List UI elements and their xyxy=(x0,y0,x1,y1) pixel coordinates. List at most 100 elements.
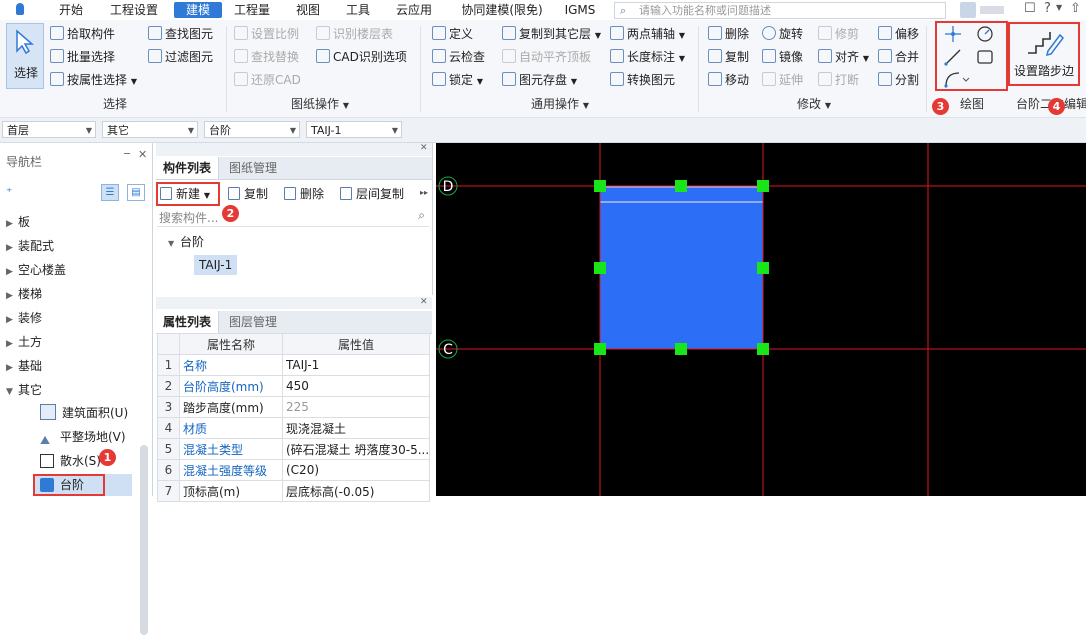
move-button[interactable]: 移动 xyxy=(708,71,749,89)
convert-element-button[interactable]: 转换图元 xyxy=(610,71,675,89)
tree-item-stairs[interactable]: ▶ 楼梯 xyxy=(6,285,42,303)
tree-item-prefab[interactable]: ▶ 装配式 xyxy=(6,237,54,255)
chat-icon[interactable]: ☐ xyxy=(1024,1,1036,16)
set-scale-button[interactable]: 设置比例 xyxy=(234,25,299,43)
tab-layer-management[interactable]: 图层管理 xyxy=(222,311,284,333)
tab-property-list[interactable]: 属性列表 xyxy=(156,311,220,333)
property-value[interactable]: TAIJ-1 xyxy=(282,354,430,376)
line-icon[interactable] xyxy=(944,48,962,66)
close-icon[interactable]: ✕ xyxy=(138,148,147,161)
delete-button[interactable]: 删除 xyxy=(708,25,749,43)
property-row[interactable]: 3 踏步高度(mm) 225 xyxy=(157,396,430,418)
property-value[interactable]: 450 xyxy=(282,375,430,397)
tree-item-hollow-slab[interactable]: ▶ 空心楼盖 xyxy=(6,261,66,279)
detail-view-icon[interactable]: ▤ xyxy=(127,184,145,201)
tab-component-list[interactable]: 构件列表 xyxy=(156,157,220,179)
menu-quantity[interactable]: 工程量 xyxy=(230,2,274,18)
component-tree-item[interactable]: TAIJ-1 xyxy=(194,255,238,275)
property-row[interactable]: 5 混凝土类型 (碎石混凝土 坍落度30-5... xyxy=(157,438,430,460)
drawing-canvas[interactable]: DC xyxy=(436,143,1086,496)
property-row[interactable]: 4 材质 现浇混凝土 xyxy=(157,417,430,439)
break-button[interactable]: 打断 xyxy=(818,71,859,89)
add-icon[interactable]: ⁺ xyxy=(6,185,12,199)
copy-to-layer-button[interactable]: 复制到其它层 ▼ xyxy=(502,25,601,43)
property-value[interactable]: (C20) xyxy=(282,459,430,481)
delete-component-button[interactable]: 删除 xyxy=(284,184,324,204)
tree-item-other[interactable]: ▼ 其它 xyxy=(6,381,42,399)
tree-item-building-area[interactable]: 建筑面积(U) xyxy=(40,404,128,422)
type-select[interactable]: 台阶 ▼ xyxy=(204,121,300,138)
find-replace-button[interactable]: 查找替换 xyxy=(234,48,299,66)
menu-cloud[interactable]: 云应用 xyxy=(390,2,438,18)
copy-component-button[interactable]: 复制 xyxy=(228,184,268,204)
extend-button[interactable]: 延伸 xyxy=(762,71,803,89)
menu-project-settings[interactable]: 工程设置 xyxy=(104,2,164,18)
filter-element-button[interactable]: 过滤图元 xyxy=(148,48,213,66)
grip-handle[interactable] xyxy=(757,262,769,274)
help-icon[interactable]: ? xyxy=(1044,1,1051,16)
avatar[interactable] xyxy=(960,2,976,18)
grip-handle[interactable] xyxy=(594,180,606,192)
close-icon[interactable]: ✕ xyxy=(420,143,428,153)
cad-options-button[interactable]: CAD识别选项 xyxy=(316,48,407,66)
tree-item-site-leveling[interactable]: ⛰ 平整场地(V) xyxy=(40,428,126,447)
define-button[interactable]: 定义 xyxy=(432,25,473,43)
floor-select[interactable]: 首层 ▼ xyxy=(2,121,96,138)
component-select[interactable]: TAIJ-1 ▼ xyxy=(306,121,402,138)
save-element-button[interactable]: 图元存盘 ▼ xyxy=(502,71,577,89)
nav-scrollbar[interactable] xyxy=(140,445,148,635)
more-icon[interactable]: ▸▸ xyxy=(420,188,428,197)
property-row[interactable]: 6 混凝土强度等级 (C20) xyxy=(157,459,430,481)
two-point-axis-button[interactable]: 两点辅轴 ▼ xyxy=(610,25,685,43)
search-input[interactable]: ⌕ 请输入功能名称或问题描述 xyxy=(614,2,946,19)
component-tree-root[interactable]: ▼ 台阶 xyxy=(168,233,204,251)
property-value[interactable]: 现浇混凝土 xyxy=(282,417,430,439)
tree-item-foundation[interactable]: ▶ 基础 xyxy=(6,357,42,375)
point-icon[interactable] xyxy=(944,25,962,43)
chevron-down-icon[interactable]: ▼ xyxy=(1056,3,1062,12)
property-value[interactable]: (碎石混凝土 坍落度30-5... xyxy=(282,438,430,460)
restore-cad-button[interactable]: 还原CAD xyxy=(234,71,301,89)
menu-modeling[interactable]: 建模 xyxy=(174,2,222,18)
grip-handle[interactable] xyxy=(675,180,687,192)
menu-start[interactable]: 开始 xyxy=(52,2,90,18)
tab-drawing-management[interactable]: 图纸管理 xyxy=(222,157,284,179)
tree-item-decoration[interactable]: ▶ 装修 xyxy=(6,309,42,327)
auto-align-slab-button[interactable]: 自动平齐顶板 xyxy=(502,48,591,66)
tree-item-earthwork[interactable]: ▶ 土方 xyxy=(6,333,42,351)
grip-handle[interactable] xyxy=(594,262,606,274)
tree-item-apron[interactable]: 散水(S) xyxy=(40,452,101,470)
select-big-button[interactable]: 选择 xyxy=(6,23,44,89)
menu-collab[interactable]: 协同建模(限免) xyxy=(452,2,552,18)
minimize-icon[interactable]: ─ xyxy=(124,149,130,160)
grip-handle[interactable] xyxy=(675,343,687,355)
align-button[interactable]: 对齐 ▼ xyxy=(818,48,869,66)
property-value[interactable]: 225 xyxy=(282,396,430,418)
split-button[interactable]: 分割 xyxy=(878,71,919,89)
component-search-input[interactable]: 搜索构件... ⌕ xyxy=(157,208,429,227)
pick-component-button[interactable]: 拾取构件 xyxy=(50,25,115,43)
rotate-button[interactable]: 旋转 xyxy=(762,25,803,43)
list-view-icon[interactable]: ☰ xyxy=(101,184,119,201)
find-element-button[interactable]: 查找图元 xyxy=(148,25,213,43)
canvas-svg[interactable]: DC xyxy=(436,143,1086,496)
property-row[interactable]: 1 名称 TAIJ-1 xyxy=(157,354,430,376)
grip-handle[interactable] xyxy=(594,343,606,355)
mirror-button[interactable]: 镜像 xyxy=(762,48,803,66)
property-value[interactable]: 层底标高(-0.05) xyxy=(282,480,430,502)
copy-button[interactable]: 复制 xyxy=(708,48,749,66)
floor-copy-button[interactable]: 层间复制 xyxy=(340,184,404,204)
menu-tools[interactable]: 工具 xyxy=(340,2,376,18)
batch-select-button[interactable]: 批量选择 xyxy=(50,48,115,66)
arc-icon[interactable] xyxy=(944,70,970,88)
rectangle-icon[interactable] xyxy=(976,48,994,66)
length-dimension-button[interactable]: 长度标注 ▼ xyxy=(610,48,685,66)
set-step-edge-button[interactable]: 设置踏步边 xyxy=(1011,25,1077,83)
lock-button[interactable]: 锁定 ▼ xyxy=(432,71,483,89)
property-row[interactable]: 7 顶标高(m) 层底标高(-0.05) xyxy=(157,480,430,502)
grip-handle[interactable] xyxy=(757,343,769,355)
trim-button[interactable]: 修剪 xyxy=(818,25,859,43)
identify-floor-table-button[interactable]: 识别楼层表 xyxy=(316,25,393,43)
close-icon[interactable]: ✕ xyxy=(420,297,428,307)
menu-igms[interactable]: IGMS xyxy=(560,2,600,18)
